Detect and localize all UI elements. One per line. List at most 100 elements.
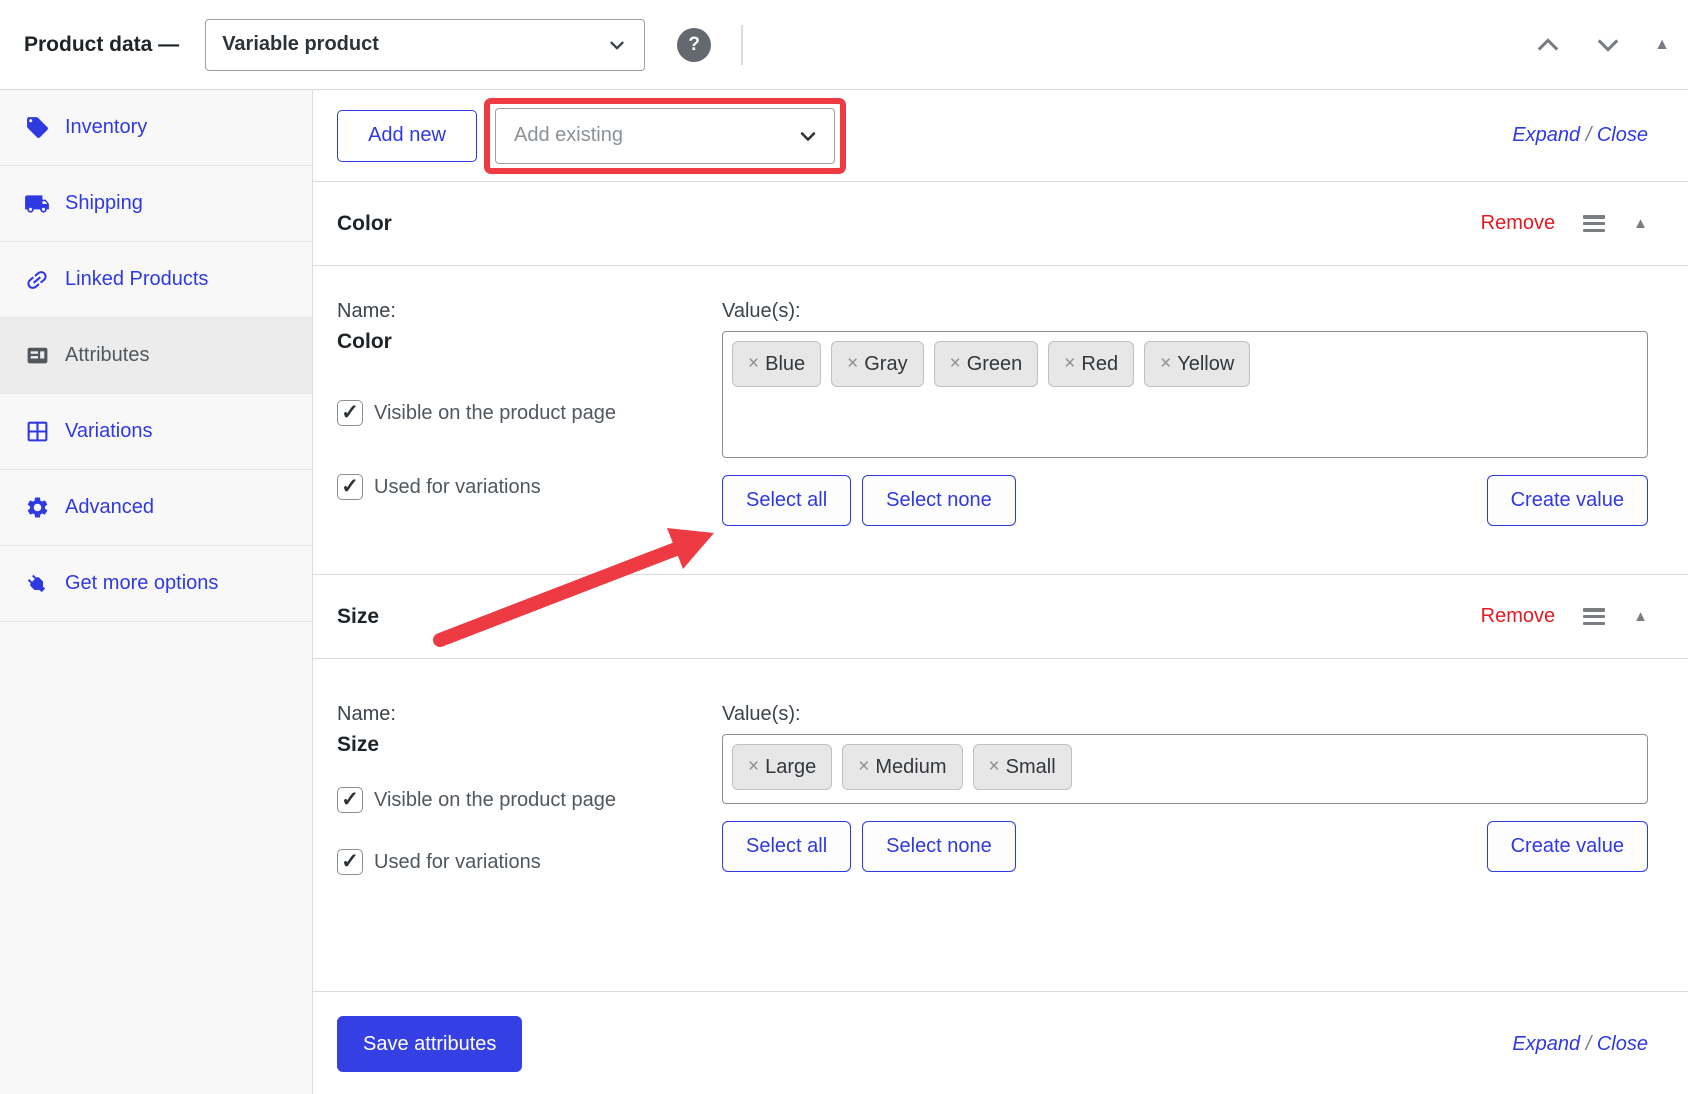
list-icon [24, 343, 50, 369]
visible-checkbox-row[interactable]: ✓ Visible on the product page [337, 400, 722, 426]
attributes-toolbar: Add new Add existing Expand / Close [313, 90, 1688, 182]
check-icon: ✓ [341, 789, 359, 810]
expand-link[interactable]: Expand [1512, 124, 1580, 146]
create-value-button[interactable]: Create value [1487, 821, 1648, 872]
value-chip[interactable]: ×Small [973, 744, 1072, 790]
select-none-button[interactable]: Select none [862, 475, 1016, 526]
variations-checkbox-label: Used for variations [374, 851, 541, 874]
select-none-button[interactable]: Select none [862, 821, 1016, 872]
truck-icon [24, 191, 50, 217]
sidebar-item-linked-products[interactable]: Linked Products [0, 242, 312, 318]
remove-value-icon[interactable]: × [748, 756, 759, 778]
grid-icon [24, 419, 50, 445]
remove-value-icon[interactable]: × [989, 756, 1000, 778]
visible-checkbox[interactable]: ✓ [337, 400, 363, 426]
sidebar-item-shipping[interactable]: Shipping [0, 166, 312, 242]
close-link[interactable]: Close [1597, 1033, 1648, 1055]
collapse-attribute-icon[interactable]: ▲ [1633, 215, 1648, 232]
tag-icon [24, 115, 50, 141]
sidebar-item-label: Linked Products [65, 268, 208, 291]
value-chip[interactable]: ×Blue [732, 341, 821, 387]
plug-icon [24, 571, 50, 597]
expand-close-links: Expand / Close [1512, 1033, 1648, 1056]
toggle-panel-icon[interactable]: ▲ [1654, 36, 1670, 54]
add-existing-placeholder: Add existing [514, 124, 623, 147]
expand-close-links: Expand / Close [1512, 124, 1648, 147]
attribute-body-color: Name: Color ✓ Visible on the product pag… [313, 266, 1688, 575]
value-chip-label: Red [1081, 353, 1118, 376]
values-label: Value(s): [722, 703, 1648, 726]
attribute-name-value: Size [337, 733, 722, 757]
attribute-title: Size [337, 605, 379, 629]
close-link[interactable]: Close [1597, 124, 1648, 146]
move-up-icon[interactable] [1534, 31, 1562, 59]
value-chip-label: Gray [864, 353, 907, 376]
check-icon: ✓ [341, 476, 359, 497]
value-chip[interactable]: × Medium [842, 744, 962, 790]
check-icon: ✓ [341, 851, 359, 872]
value-chip[interactable]: × Red [1048, 341, 1134, 387]
visible-checkbox-row[interactable]: ✓ Visible on the product page [337, 787, 722, 813]
attribute-title: Color [337, 212, 392, 236]
variations-checkbox[interactable]: ✓ [337, 849, 363, 875]
visible-checkbox-label: Visible on the product page [374, 789, 616, 812]
attribute-body-size: Name: Size ✓ Visible on the product page… [313, 659, 1688, 992]
sidebar-item-label: Attributes [65, 344, 149, 367]
variations-checkbox[interactable]: ✓ [337, 474, 363, 500]
attribute-values-box[interactable]: × Large × Medium ×Small [722, 734, 1648, 804]
move-down-icon[interactable] [1594, 31, 1622, 59]
metabox-controls: ▲ [1534, 31, 1670, 59]
sidebar-item-label: Get more options [65, 572, 218, 595]
values-label: Value(s): [722, 300, 1648, 323]
add-existing-select[interactable]: Add existing [495, 108, 835, 164]
sidebar-item-label: Shipping [65, 192, 143, 215]
sidebar-item-get-more-options[interactable]: Get more options [0, 546, 312, 622]
remove-value-icon[interactable]: × [748, 353, 759, 375]
value-chip[interactable]: × Yellow [1144, 341, 1250, 387]
header-divider [741, 25, 743, 65]
remove-value-icon[interactable]: × [950, 353, 961, 375]
sidebar-item-attributes[interactable]: Attributes [0, 318, 312, 394]
value-chip-label: Large [765, 756, 816, 779]
collapse-attribute-icon[interactable]: ▲ [1633, 608, 1648, 625]
remove-value-icon[interactable]: × [858, 756, 869, 778]
value-chip[interactable]: × Gray [831, 341, 923, 387]
sidebar-item-label: Advanced [65, 496, 154, 519]
variations-checkbox-label: Used for variations [374, 476, 541, 499]
sidebar-item-inventory[interactable]: Inventory [0, 90, 312, 166]
product-type-select[interactable]: Variable product [205, 19, 645, 71]
save-attributes-button[interactable]: Save attributes [337, 1016, 522, 1072]
help-icon[interactable]: ? [677, 28, 711, 62]
create-value-button[interactable]: Create value [1487, 475, 1648, 526]
product-data-panel: Product data — Variable product ? ▲ [0, 0, 1688, 1094]
value-chip-label: Medium [875, 756, 946, 779]
drag-handle-icon[interactable] [1583, 608, 1605, 625]
attribute-header-color: Color Remove ▲ [313, 182, 1688, 266]
expand-link[interactable]: Expand [1512, 1033, 1580, 1055]
select-all-button[interactable]: Select all [722, 475, 851, 526]
value-chip-label: Yellow [1177, 353, 1234, 376]
value-chip[interactable]: × Large [732, 744, 832, 790]
chevron-down-icon [606, 34, 628, 56]
product-data-tabs: Inventory Shipping Linked Products Attri… [0, 90, 313, 1094]
page-title: Product data — [24, 33, 179, 57]
value-chip[interactable]: ×Green [934, 341, 1039, 387]
attribute-name-value: Color [337, 330, 722, 354]
visible-checkbox[interactable]: ✓ [337, 787, 363, 813]
variations-checkbox-row[interactable]: ✓ Used for variations [337, 849, 722, 875]
attribute-values-box[interactable]: ×Blue×Gray×Green×Red×Yellow [722, 331, 1648, 458]
attributes-footer: Save attributes Expand / Close [313, 992, 1688, 1072]
remove-attribute-link[interactable]: Remove [1481, 212, 1555, 235]
remove-value-icon[interactable]: × [847, 353, 858, 375]
remove-attribute-link[interactable]: Remove [1481, 605, 1555, 628]
sidebar-item-advanced[interactable]: Advanced [0, 470, 312, 546]
product-type-value: Variable product [222, 33, 379, 56]
remove-value-icon[interactable]: × [1064, 353, 1075, 375]
remove-value-icon[interactable]: × [1160, 353, 1171, 375]
select-all-button[interactable]: Select all [722, 821, 851, 872]
add-new-button[interactable]: Add new [337, 110, 477, 162]
sidebar-item-variations[interactable]: Variations [0, 394, 312, 470]
variations-checkbox-row[interactable]: ✓ Used for variations [337, 474, 722, 500]
product-data-header: Product data — Variable product ? ▲ [0, 0, 1688, 90]
drag-handle-icon[interactable] [1583, 215, 1605, 232]
